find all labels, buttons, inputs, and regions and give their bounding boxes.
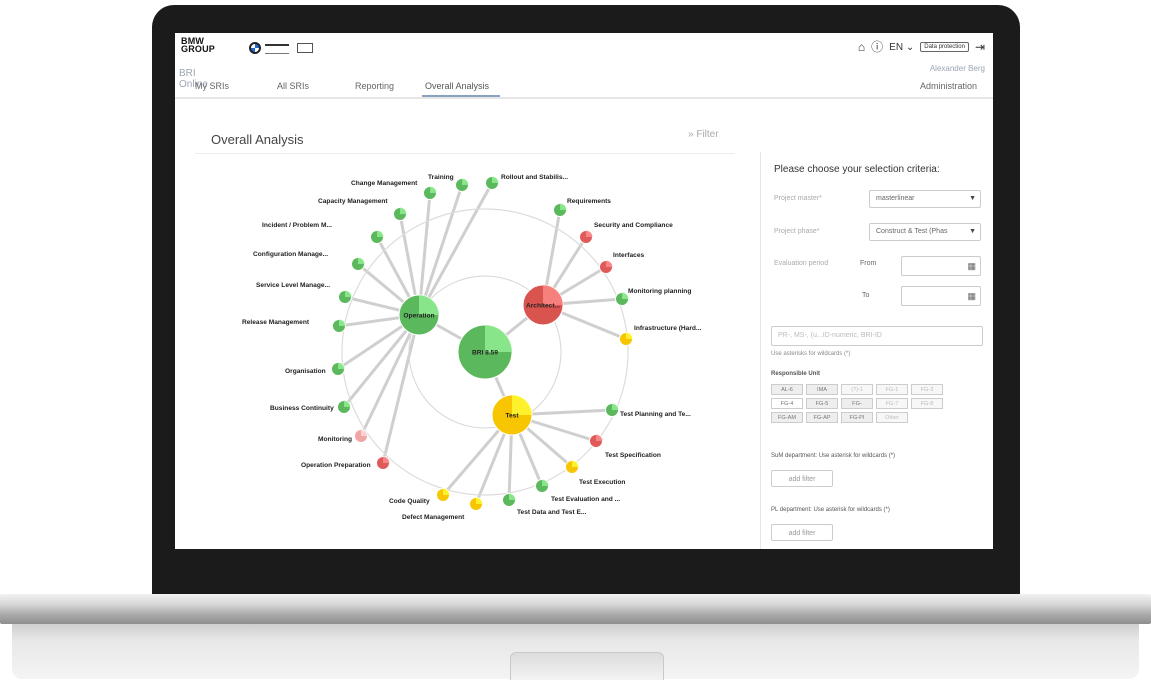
unit-chip[interactable]: FG-8	[911, 398, 943, 409]
caret-down-icon: ▼	[969, 228, 976, 235]
leaf-node[interactable]	[469, 497, 483, 511]
unit-chip[interactable]: FG-AP	[806, 412, 838, 423]
leaf-node[interactable]	[605, 403, 619, 417]
unit-chip[interactable]: FG-4	[771, 398, 803, 409]
from-date-input[interactable]: ▦	[901, 256, 981, 276]
responsible-unit-grid: AL-6 IMA (?)-1 FG-1 FG-3 FG-4 FG-5 FG- FG-7 FG-8 F…	[771, 384, 981, 426]
unit-row: FG-4 FG-5 FG- FG-7 FG-8	[771, 398, 981, 409]
leaf-node[interactable]	[331, 362, 345, 376]
unit-chip[interactable]: FG-	[841, 398, 873, 409]
leaf-node[interactable]	[502, 493, 516, 507]
leaf-node[interactable]	[553, 203, 567, 217]
unit-chip[interactable]: FG-7	[876, 398, 908, 409]
leaf-label: Change Management	[351, 180, 418, 187]
center-label: BRI 8.59	[472, 350, 498, 357]
evaluation-period-label: Evaluation period	[774, 260, 829, 267]
to-label: To	[862, 292, 870, 299]
unit-chip[interactable]: Other	[876, 412, 908, 423]
leaf-node[interactable]	[370, 230, 384, 244]
unit-chip[interactable]: FG-1	[876, 384, 908, 395]
leaf-node[interactable]	[337, 400, 351, 414]
calendar-icon[interactable]: ▦	[967, 261, 976, 272]
leaf-label: Organisation	[285, 368, 326, 375]
leaf-node[interactable]	[351, 257, 365, 271]
project-phase-label: Project phase*	[774, 228, 820, 235]
laptop-base	[0, 594, 1151, 624]
search-hint: Use asterisks for wildcards (*)	[771, 351, 851, 357]
leaf-label: Requirements	[567, 198, 611, 205]
caret-down-icon: ▼	[969, 195, 976, 202]
laptop-notch	[510, 652, 664, 680]
leaf-label: Interfaces	[613, 252, 644, 259]
leaf-node[interactable]	[376, 456, 390, 470]
leaf-label: Training	[428, 174, 454, 181]
unit-chip[interactable]: IMA	[806, 384, 838, 395]
unit-chip[interactable]: (?)-1	[841, 384, 873, 395]
add-sum-filter-button[interactable]: add filter	[771, 470, 833, 487]
project-master-label: Project master*	[774, 195, 822, 202]
leaf-label: Test Execution	[579, 479, 625, 486]
leaf-label: Monitoring	[318, 436, 352, 443]
hub-label: Architect...	[526, 303, 560, 310]
leaf-node[interactable]	[332, 319, 346, 333]
to-date-input[interactable]: ▦	[901, 286, 981, 306]
leaf-node[interactable]	[589, 434, 603, 448]
filter-panel: Please choose your selection criteria: P…	[760, 152, 993, 549]
unit-row: AL-6 IMA (?)-1 FG-1 FG-3	[771, 384, 981, 395]
filter-panel-title: Please choose your selection criteria:	[774, 164, 940, 175]
app-screen: BMW GROUP BRI Online ⌂ ⓘ EN ⌄ Data prote…	[175, 33, 993, 549]
leaf-node[interactable]	[338, 290, 352, 304]
leaf-node[interactable]	[565, 460, 579, 474]
pl-department-label: PL department: Use asterisk for wildcard…	[771, 507, 890, 513]
leaf-node[interactable]	[393, 207, 407, 221]
leaf-label: Monitoring planning	[628, 288, 691, 295]
leaf-label: Configuration Manage...	[253, 251, 328, 258]
leaf-node[interactable]	[535, 479, 549, 493]
unit-chip[interactable]: AL-6	[771, 384, 803, 395]
project-phase-select[interactable]: Construct & Test (Phas ▼	[869, 223, 981, 241]
calendar-icon[interactable]: ▦	[967, 291, 976, 302]
unit-chip[interactable]: FG-3	[911, 384, 943, 395]
leaf-node[interactable]	[485, 176, 499, 190]
unit-chip[interactable]: FG-PI	[841, 412, 873, 423]
leaf-node[interactable]	[599, 260, 613, 274]
leaf-node[interactable]	[354, 429, 368, 443]
unit-row: FG-AM FG-AP FG-PI Other	[771, 412, 981, 423]
leaf-label: Test Planning and Te...	[620, 411, 691, 418]
from-label: From	[860, 260, 877, 267]
leaf-label: Test Specification	[605, 452, 661, 459]
leaf-label: Security and Compliance	[594, 222, 673, 229]
leaf-label: Rollout and Stabilis...	[501, 174, 568, 181]
leaf-node[interactable]	[619, 332, 633, 346]
leaf-label: Infrastructure (Hard...	[634, 325, 702, 332]
leaf-label: Code Quality	[389, 498, 430, 505]
hub-label: Test	[505, 413, 519, 420]
leaf-label: Service Level Manage...	[256, 282, 330, 289]
leaf-label: Capacity Management	[318, 198, 388, 205]
leaf-label: Test Evaluation and ...	[551, 496, 620, 503]
leaf-label: Test Data and Test E...	[517, 509, 587, 516]
leaf-node[interactable]	[423, 186, 437, 200]
leaf-label: Business Continuity	[270, 405, 334, 412]
search-input[interactable]: PR-, MS-, (u...ID-numeric, BRI-ID	[771, 326, 983, 346]
project-master-select[interactable]: masterlinear ▼	[869, 190, 981, 208]
sum-department-label: SuM department: Use asterisk for wildcar…	[771, 453, 896, 459]
add-pl-filter-button[interactable]: add filter	[771, 524, 833, 541]
hub-label: Operation	[403, 313, 434, 320]
screen-bezel-bottom	[175, 549, 993, 592]
leaf-node[interactable]	[615, 292, 629, 306]
leaf-label: Release Management	[242, 319, 310, 326]
leaf-node[interactable]	[436, 488, 450, 502]
leaf-label: Defect Management	[402, 514, 465, 521]
responsible-unit-label: Responsible Unit	[771, 371, 821, 377]
project-master-value: masterlinear	[876, 195, 915, 202]
project-phase-value: Construct & Test (Phas	[876, 228, 948, 235]
unit-chip[interactable]: FG-AM	[771, 412, 803, 423]
leaf-node[interactable]	[455, 178, 469, 192]
unit-chip[interactable]: FG-5	[806, 398, 838, 409]
leaf-label: Incident / Problem M...	[262, 222, 332, 229]
leaf-label: Operation Preparation	[301, 462, 371, 469]
leaf-node[interactable]	[579, 230, 593, 244]
